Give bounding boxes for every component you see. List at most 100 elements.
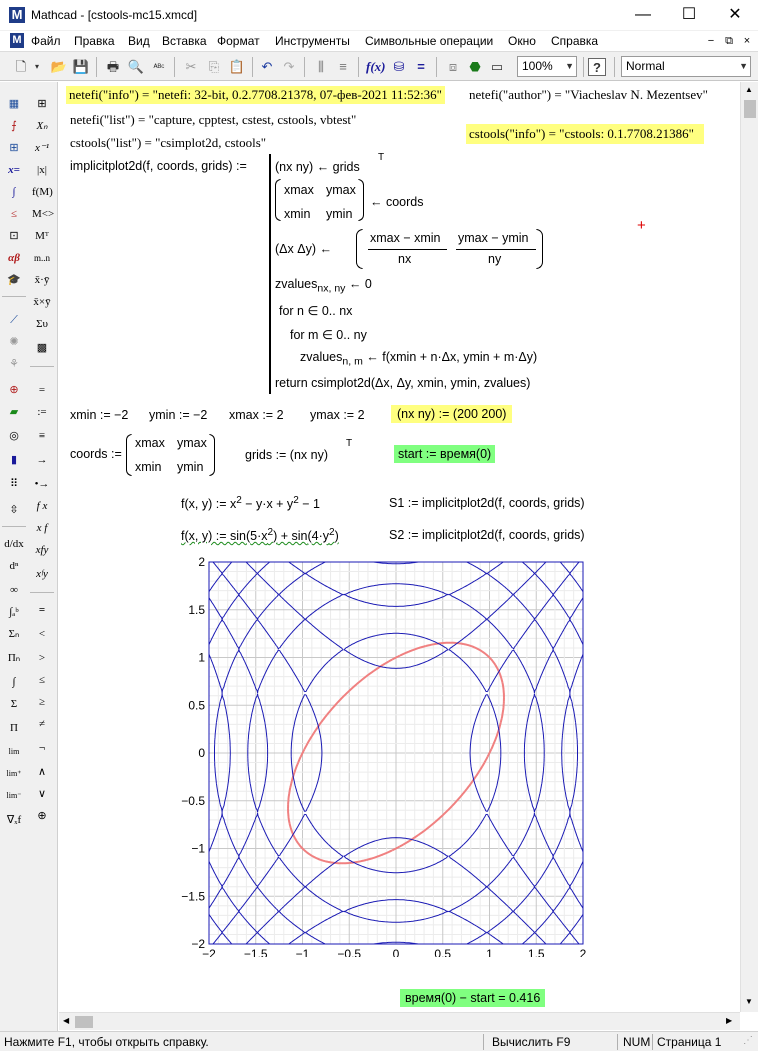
new-document-icon[interactable]: 🗋 (12, 58, 30, 76)
mdi-minimize-button[interactable]: − (704, 34, 718, 48)
infix-operator-icon[interactable]: xfy (32, 540, 52, 560)
summation-icon[interactable]: Σ (4, 694, 24, 714)
polar-plot-icon[interactable]: ✺ (4, 332, 24, 352)
grid-size-definition[interactable]: (nx ny) := (200 200) (391, 405, 513, 423)
vertical-scroll-thumb[interactable] (744, 100, 756, 118)
align-down-icon[interactable]: ≡ (334, 58, 352, 76)
calculate-icon[interactable]: = (412, 58, 430, 76)
menu-file[interactable]: Файл (31, 34, 61, 48)
limit-icon[interactable]: lim (4, 742, 24, 762)
matrix-toolbar-icon[interactable]: ⊞ (4, 138, 24, 158)
horizontal-scroll-thumb[interactable] (75, 1016, 93, 1028)
xmin-definition[interactable]: xmin := −2 (70, 408, 128, 422)
determinant-icon[interactable]: |x| (32, 160, 52, 180)
elapsed-time-result[interactable]: время(0) − start = 0.416 (400, 989, 546, 1007)
boolean-toolbar-icon[interactable]: ≤ (4, 204, 24, 224)
function-f1-definition[interactable]: f(x, y) := x2 − y·x + y2 − 1 (181, 495, 320, 511)
picture-icon[interactable]: ▩ (32, 338, 52, 358)
s1-definition[interactable]: S1 := implicitplot2d(f, coords, grids) (389, 496, 585, 510)
insert-unit-icon[interactable]: ⛁ (390, 58, 408, 76)
inverse-icon[interactable]: x⁻¹ (32, 138, 52, 158)
print-preview-icon[interactable]: 🔍 (127, 58, 145, 76)
open-folder-icon[interactable]: 📂 (50, 58, 68, 76)
scroll-down-icon[interactable]: ▼ (745, 997, 753, 1006)
ymax-definition[interactable]: ymax := 2 (310, 408, 365, 422)
status-calculate[interactable]: Вычислить F9 (492, 1035, 570, 1049)
redo-icon[interactable]: ↷ (280, 58, 298, 76)
spell-check-icon[interactable]: ᴬᴮᶜ (150, 58, 168, 76)
nth-derivative-icon[interactable]: dⁿ (4, 556, 24, 576)
resources-icon[interactable]: ⬣ (466, 58, 484, 76)
netefi-list-region[interactable]: netefi("list") = "capture, cpptest, cste… (70, 112, 356, 128)
left-limit-icon[interactable]: lim⁻ (4, 786, 24, 806)
calculus-toolbar-icon[interactable]: ∫ (4, 182, 24, 202)
range-product-icon[interactable]: Πₙ (4, 648, 24, 668)
vector-field-icon[interactable]: ◎ (4, 426, 24, 446)
not-icon[interactable]: ¬ (32, 738, 52, 758)
cut-icon[interactable]: ✂ (182, 58, 200, 76)
menu-view[interactable]: Вид (128, 34, 150, 48)
greater-than-icon[interactable]: > (32, 648, 52, 668)
netefi-info-region[interactable]: netefi("info") = "netefi: 32-bit, 0.2.77… (66, 86, 445, 104)
programming-toolbar-icon[interactable]: ⊡ (4, 226, 24, 246)
right-limit-icon[interactable]: lim⁺ (4, 764, 24, 784)
indefinite-integral-icon[interactable]: ∫ (4, 672, 24, 692)
vector-sum-icon[interactable]: Συ (32, 314, 52, 334)
start-timer-definition[interactable]: start := время(0) (394, 445, 496, 463)
contour-plot-icon[interactable]: ⊕ (4, 380, 24, 400)
equal-icon[interactable]: = (32, 600, 52, 620)
plot-wizard-icon[interactable]: ⠿ (4, 474, 24, 494)
cstools-list-region[interactable]: cstools("list") = "csimplot2d, cstools" (70, 135, 266, 151)
matrix-icon[interactable]: ⊞ (32, 94, 52, 114)
align-across-icon[interactable]: ⫼ (312, 58, 330, 76)
calculator-toolbar-icon[interactable]: ▦ (4, 94, 24, 114)
worksheet[interactable]: netefi("info") = "netefi: 32-bit, 0.2.77… (59, 82, 740, 1012)
mdi-close-button[interactable]: × (740, 34, 754, 48)
mdi-restore-button[interactable]: ⧉ (722, 34, 736, 48)
range-variable-icon[interactable]: m..n (32, 248, 52, 268)
scroll-up-icon[interactable]: ▲ (745, 85, 753, 94)
transpose-icon[interactable]: Mᵀ (32, 226, 52, 246)
3d-scatter-icon[interactable]: ▰ (4, 402, 24, 422)
insert-function-icon[interactable]: f(x) (366, 58, 386, 76)
function-f2-definition[interactable]: f(x, y) := sin(5·x2) + sin(4·y2) (181, 527, 339, 543)
greater-equal-icon[interactable]: ≥ (32, 692, 52, 712)
vector-field-operator-icon[interactable]: ∇ₓf (4, 810, 24, 830)
help-icon[interactable]: ? (588, 58, 606, 76)
surface-plot-icon[interactable]: ⚘ (4, 354, 24, 374)
zoom-select[interactable]: 100% ▼ (517, 56, 577, 77)
keyword-evaluate-icon[interactable]: •→ (32, 474, 52, 494)
document-icon[interactable]: M (10, 33, 24, 48)
menu-window[interactable]: Окно (508, 34, 536, 48)
new-dropdown-icon[interactable]: ▾ (32, 58, 42, 76)
save-icon[interactable]: 💾 (72, 58, 90, 76)
minimize-button[interactable]: — (620, 0, 666, 30)
vertical-scrollbar[interactable]: ▲ ▼ (740, 82, 758, 1012)
less-than-icon[interactable]: < (32, 624, 52, 644)
window-icon[interactable]: ▭ (488, 58, 506, 76)
menu-edit[interactable]: Правка (74, 34, 115, 48)
grids-definition[interactable]: grids := (nx ny) (245, 448, 328, 462)
and-icon[interactable]: ∧ (32, 762, 52, 782)
close-button[interactable]: ✕ (712, 0, 758, 30)
range-sum-icon[interactable]: Σₙ (4, 624, 24, 644)
greek-toolbar-icon[interactable]: αβ (4, 248, 24, 268)
prefix-operator-icon[interactable]: f x (32, 496, 52, 516)
scroll-right-icon[interactable]: ▶ (726, 1016, 732, 1025)
netefi-author-region[interactable]: netefi("author") = "Viacheslav N. Mezent… (469, 87, 708, 103)
ymin-definition[interactable]: ymin := −2 (149, 408, 207, 422)
infinity-icon[interactable]: ∞ (4, 580, 24, 600)
dot-product-icon[interactable]: x̄·ȳ (32, 270, 52, 290)
symbolic-evaluate-icon[interactable]: → (32, 450, 52, 470)
not-equal-icon[interactable]: ≠ (32, 714, 52, 734)
define-icon[interactable]: := (32, 402, 52, 422)
treefix-operator-icon[interactable]: xᶠy (32, 564, 52, 584)
insert-component-icon[interactable]: ⧈ (444, 58, 462, 76)
postfix-operator-icon[interactable]: x f (32, 518, 52, 538)
menu-insert[interactable]: Вставка (162, 34, 207, 48)
xor-icon[interactable]: ⊕ (32, 806, 52, 826)
copy-icon[interactable]: ⎘ (205, 58, 223, 76)
implicit-plot-region[interactable]: −2 −1.5 −1 −0.5 0 0.5 1 1.5 2 2 1.5 1 0.5 0 −0.5 −1 −1.5… (179, 552, 659, 961)
global-define-icon[interactable]: ≡ (32, 426, 52, 446)
or-icon[interactable]: ∨ (32, 784, 52, 804)
